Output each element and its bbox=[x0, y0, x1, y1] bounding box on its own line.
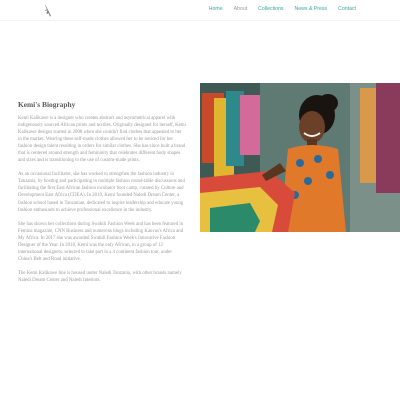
nav-contact[interactable]: Contact bbox=[338, 6, 356, 12]
biography-section: Kemi's Biography Kemi Kalikawe is a desi… bbox=[18, 100, 186, 284]
designer-photo-illustration bbox=[200, 83, 400, 232]
nav-collections[interactable]: Collections bbox=[258, 6, 283, 12]
nav-about[interactable]: About bbox=[234, 6, 248, 12]
bio-paragraph-3: She has shown her collections during Swa… bbox=[18, 221, 184, 262]
bird-logo-icon[interactable] bbox=[42, 3, 54, 18]
main-nav: Home About Collections News & Press Cont… bbox=[198, 6, 356, 12]
designer-photo bbox=[200, 83, 400, 232]
bio-paragraph-4: The Kemi Kalikawe line is housed under N… bbox=[18, 270, 182, 283]
header-divider bbox=[0, 20, 400, 21]
bio-paragraph-1: Kemi Kalikawe is a designer who creates … bbox=[18, 116, 186, 164]
nav-home[interactable]: Home bbox=[209, 6, 223, 12]
bio-paragraph-2: As an occasional facilitator, she has wo… bbox=[18, 172, 185, 213]
nav-news-press[interactable]: News & Press bbox=[295, 6, 328, 12]
site-header: Home About Collections News & Press Cont… bbox=[0, 0, 400, 20]
biography-heading: Kemi's Biography bbox=[18, 100, 76, 109]
